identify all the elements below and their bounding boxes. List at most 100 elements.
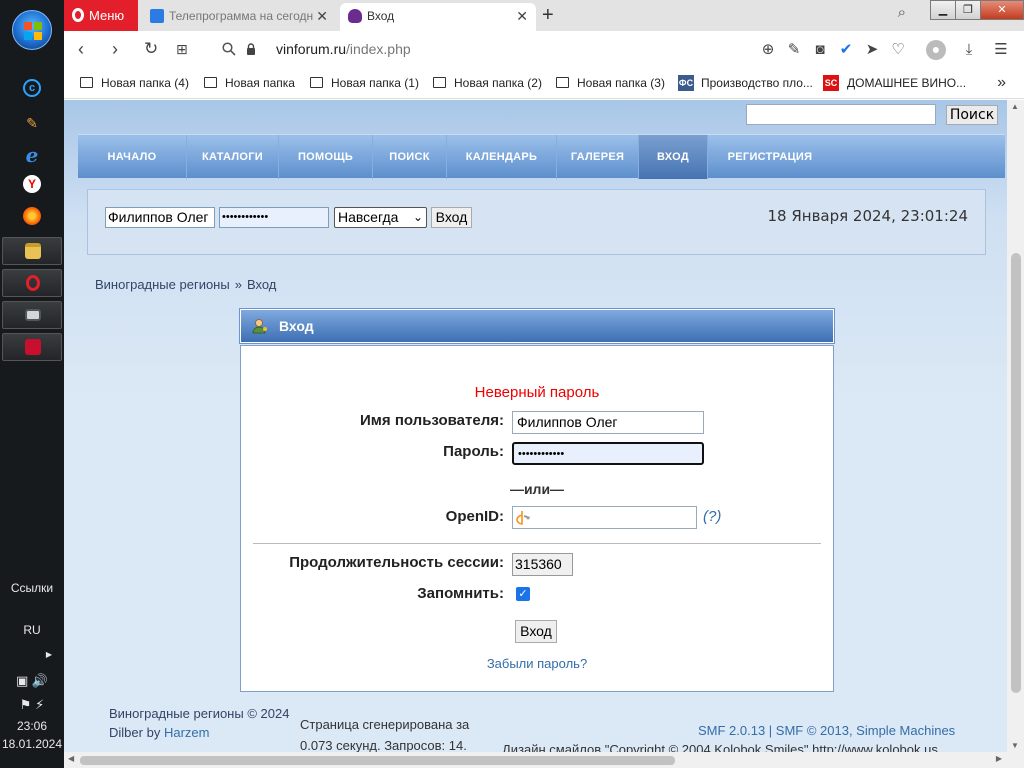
tray-network-volume-icons[interactable]: ▣ 🔊 bbox=[0, 673, 64, 689]
taskbar-links-label[interactable]: Ссылки bbox=[0, 581, 64, 595]
scroll-up-icon[interactable]: ▲ bbox=[1011, 102, 1019, 111]
close-window-button[interactable]: ✕ bbox=[980, 0, 1024, 20]
bookmark-folder[interactable]: Новая папка (4) bbox=[80, 75, 189, 91]
internet-explorer-icon[interactable]: e bbox=[20, 143, 44, 167]
theme-author-link[interactable]: Harzem bbox=[164, 725, 210, 740]
send-icon[interactable]: ➤ bbox=[863, 41, 881, 59]
smf-credit-link[interactable]: SMF 2.0.13 | SMF © 2013, Simple Machines bbox=[698, 723, 955, 738]
theme-name: Dilber bbox=[109, 725, 143, 740]
maximize-button[interactable]: ❐ bbox=[955, 0, 981, 20]
nav-home[interactable]: НАЧАЛО bbox=[78, 135, 187, 179]
bookmark-folder[interactable]: Новая папка (2) bbox=[433, 75, 542, 91]
folder-icon bbox=[204, 77, 217, 88]
forgot-password-link[interactable]: Забыли пароль? bbox=[241, 656, 833, 671]
zoom-in-icon[interactable]: ⊕ bbox=[759, 41, 777, 59]
clock-time[interactable]: 23:06 bbox=[0, 719, 64, 733]
taskbar-explorer-button[interactable] bbox=[2, 237, 62, 265]
tab-login[interactable]: Вход ✕ bbox=[340, 3, 536, 31]
taskbar-opera-button[interactable] bbox=[2, 269, 62, 297]
tab-title: Телепрограмма на сегодн bbox=[169, 9, 314, 23]
ccleaner-icon[interactable]: c bbox=[23, 79, 41, 97]
close-tab-icon[interactable]: ✕ bbox=[316, 3, 328, 29]
quick-duration-select[interactable]: Навсегда ⌄ bbox=[334, 207, 427, 228]
nav-gallery[interactable]: ГАЛЕРЕЯ bbox=[557, 135, 639, 179]
quick-login-button[interactable]: Вход bbox=[431, 207, 472, 228]
password-input[interactable]: •••••••••••• bbox=[512, 442, 704, 465]
vertical-scroll-thumb[interactable] bbox=[1011, 253, 1021, 693]
scroll-down-icon[interactable]: ▼ bbox=[1011, 741, 1019, 750]
edit-icon[interactable]: ✎ bbox=[785, 41, 803, 59]
bookmark-site[interactable]: ФС Производство пло... bbox=[678, 75, 813, 91]
theme-by: by bbox=[146, 725, 161, 740]
sc-favicon-icon: SC bbox=[823, 75, 839, 91]
nav-login[interactable]: ВХОД bbox=[639, 135, 708, 179]
bookmark-folder[interactable]: Новая папка (1) bbox=[310, 75, 419, 91]
shield-icon[interactable]: ✔ bbox=[837, 41, 855, 59]
main-navigation: НАЧАЛО КАТАЛОГИ ПОМОЩЬ ПОИСК КАЛЕНДАРЬ Г… bbox=[78, 134, 1005, 179]
minimize-button[interactable]: ▁ bbox=[930, 0, 956, 20]
tab-tv-program[interactable]: Телепрограмма на сегодн ✕ bbox=[142, 3, 336, 31]
openid-help-link[interactable]: (?) bbox=[703, 508, 721, 525]
language-indicator[interactable]: RU bbox=[0, 623, 64, 637]
nav-search[interactable]: ПОИСК bbox=[373, 135, 447, 179]
bookmark-folder[interactable]: Новая папка (3) bbox=[556, 75, 665, 91]
page-viewport: Поиск НАЧАЛО КАТАЛОГИ ПОМОЩЬ ПОИСК КАЛЕН… bbox=[64, 100, 1007, 752]
yandex-browser-icon[interactable]: Y bbox=[23, 175, 41, 193]
nav-catalogs[interactable]: КАТАЛОГИ bbox=[187, 135, 279, 179]
window-controls: ▁ ❐ ✕ bbox=[930, 0, 1024, 20]
vertical-scrollbar[interactable]: ▲ ▼ bbox=[1007, 100, 1024, 752]
site-search-input[interactable] bbox=[746, 104, 936, 125]
paint-icon[interactable]: ✎ bbox=[20, 111, 44, 135]
quick-username-input[interactable]: Филиппов Олег bbox=[105, 207, 215, 228]
tray-expand-icon[interactable]: ▶ bbox=[0, 650, 64, 659]
smiles-credit: Дизайн смайлов "Copyright © 2004 Kolobok… bbox=[502, 742, 938, 752]
camera-icon[interactable]: ◙ bbox=[811, 41, 829, 59]
tab-search-icon[interactable]: ⌕ bbox=[898, 4, 906, 21]
profile-avatar-icon[interactable]: ● bbox=[926, 40, 946, 60]
lock-icon[interactable] bbox=[246, 43, 256, 55]
firefox-icon[interactable] bbox=[23, 207, 41, 225]
quick-password-input[interactable]: •••••••••••• bbox=[219, 207, 329, 228]
taskbar-app-button[interactable] bbox=[2, 333, 62, 361]
grape-favicon-icon bbox=[348, 9, 362, 23]
bookmark-folder[interactable]: Новая папка bbox=[204, 75, 295, 91]
horizontal-scroll-thumb[interactable] bbox=[80, 756, 675, 765]
reload-button[interactable]: ↻ bbox=[144, 39, 158, 59]
nav-help[interactable]: ПОМОЩЬ bbox=[279, 135, 373, 179]
start-button[interactable] bbox=[12, 10, 52, 50]
nav-calendar[interactable]: КАЛЕНДАРЬ bbox=[447, 135, 557, 179]
speed-dial-icon[interactable]: ⊞ bbox=[176, 39, 188, 59]
login-submit-button[interactable]: Вход bbox=[515, 620, 557, 643]
breadcrumb-home-link[interactable]: Виноградные регионы bbox=[95, 277, 230, 292]
openid-input[interactable] bbox=[512, 506, 697, 529]
clock-date[interactable]: 18.01.2024 bbox=[0, 737, 64, 751]
scroll-left-icon[interactable]: ◀ bbox=[68, 754, 74, 763]
tray-flag-power-icons[interactable]: ⚑ ⚡ bbox=[0, 697, 64, 713]
new-tab-button[interactable]: + bbox=[542, 3, 554, 27]
horizontal-scrollbar[interactable]: ◀ ▶ bbox=[64, 752, 1024, 768]
settings-sliders-icon[interactable]: ☰ bbox=[992, 41, 1010, 59]
scroll-right-icon[interactable]: ▶ bbox=[996, 754, 1002, 763]
opera-icon bbox=[26, 275, 40, 291]
breadcrumb-separator: » bbox=[234, 277, 242, 292]
nav-register[interactable]: РЕГИСТРАЦИЯ bbox=[708, 135, 832, 179]
session-length-input[interactable]: 315360 bbox=[512, 553, 573, 576]
taskbar-computer-button[interactable] bbox=[2, 301, 62, 329]
username-input[interactable]: Филиппов Олег bbox=[512, 411, 704, 434]
heart-icon[interactable]: ♡ bbox=[889, 41, 907, 59]
bookmark-label: Новая папка bbox=[225, 76, 295, 90]
site-search-button[interactable]: Поиск bbox=[946, 105, 998, 125]
breadcrumb-current-link[interactable]: Вход bbox=[247, 277, 276, 292]
browser-window: Меню Телепрограмма на сегодн ✕ Вход ✕ + … bbox=[64, 0, 1024, 768]
forward-button[interactable]: › bbox=[112, 39, 118, 59]
remember-checkbox[interactable]: ✓ bbox=[516, 587, 530, 601]
login-form: Неверный пароль Имя пользователя: Филипп… bbox=[240, 345, 834, 692]
zoom-icon[interactable] bbox=[222, 42, 236, 56]
back-button[interactable]: ‹ bbox=[78, 39, 84, 59]
url-field[interactable]: vinforum.ru/index.php bbox=[276, 41, 411, 57]
download-icon[interactable]: ⤓ bbox=[960, 41, 978, 59]
close-tab-icon[interactable]: ✕ bbox=[516, 3, 528, 29]
bookmarks-more-icon[interactable]: » bbox=[997, 74, 1006, 92]
bookmark-site[interactable]: SC ДОМАШНЕЕ ВИНО... bbox=[823, 75, 966, 91]
opera-menu-button[interactable]: Меню bbox=[64, 0, 138, 31]
